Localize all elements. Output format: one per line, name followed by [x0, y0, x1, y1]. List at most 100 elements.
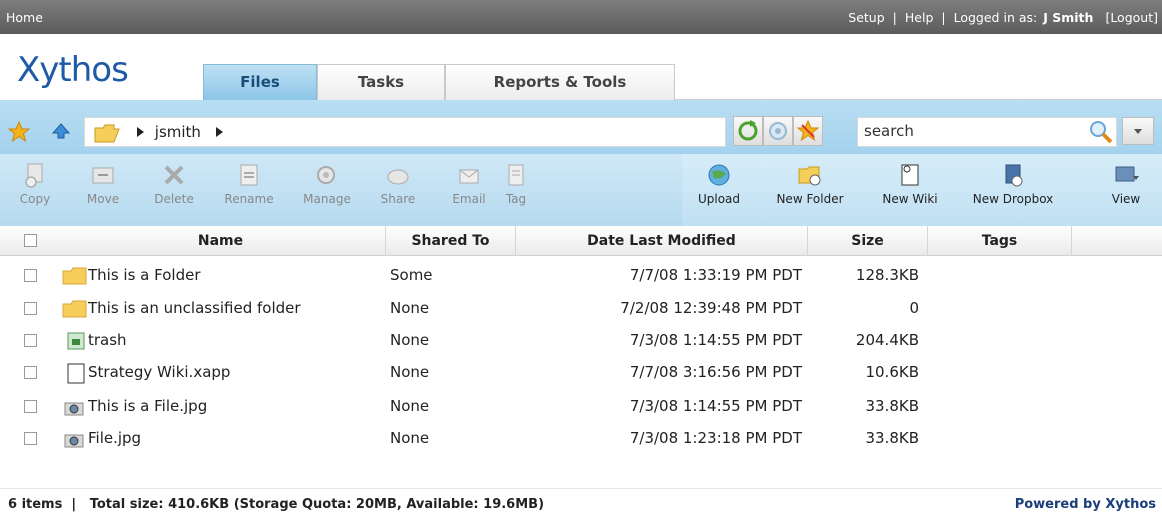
tab-tasks[interactable]: Tasks: [317, 64, 445, 100]
new-folder-icon: [798, 166, 821, 186]
delete-button[interactable]: Delete: [139, 162, 209, 206]
view-label: View: [1111, 192, 1141, 206]
top-bar-right: Setup | Help | Logged in as: J Smith [Logout]: [848, 10, 1158, 25]
file-name[interactable]: trash: [88, 331, 127, 349]
new-dropbox-icon: [1005, 164, 1023, 187]
rename-button[interactable]: Rename: [214, 162, 284, 206]
home-link[interactable]: Home: [6, 10, 43, 25]
favorite-star-icon[interactable]: [8, 121, 30, 143]
email-icon: [459, 169, 479, 184]
table-row[interactable]: This is an unclassified folder None 7/2/…: [0, 294, 1162, 322]
column-name[interactable]: Name: [56, 226, 386, 256]
table-row[interactable]: Strategy Wiki.xapp None 7/7/08 3:16:56 P…: [0, 358, 1162, 386]
column-tags[interactable]: Tags: [928, 226, 1072, 256]
file-name[interactable]: This is a File.jpg: [88, 397, 207, 415]
new-wiki-icon: [901, 164, 919, 186]
search-placeholder: search: [864, 122, 914, 140]
manage-button[interactable]: Manage: [292, 162, 362, 206]
file-name[interactable]: File.jpg: [88, 429, 141, 447]
delete-label: Delete: [154, 192, 194, 206]
upload-globe-icon: [708, 164, 730, 186]
view-button[interactable]: View: [1090, 162, 1162, 206]
row-checkbox[interactable]: [24, 269, 37, 282]
user-name: J Smith: [1043, 10, 1094, 25]
new-wiki-label: New Wiki: [882, 192, 938, 206]
storage-summary: 6 items | Total size: 410.6KB (Storage Q…: [8, 497, 545, 512]
file-name[interactable]: This is a Folder: [88, 266, 201, 284]
powered-by-link[interactable]: Powered by Xythos: [1015, 497, 1156, 512]
action-toolbar: Copy Move Delete Rename Manage Share Ema…: [0, 154, 1162, 226]
email-label: Email: [452, 192, 486, 206]
search-icon[interactable]: [1088, 119, 1114, 145]
tag-icon: [508, 164, 524, 186]
table-row[interactable]: This is a Folder Some 7/7/08 1:33:19 PM …: [0, 261, 1162, 289]
setup-link[interactable]: Setup: [848, 10, 884, 25]
date-modified: 7/7/08 3:16:56 PM PDT: [629, 363, 802, 381]
move-icon: [92, 167, 114, 184]
rename-label: Rename: [224, 192, 274, 206]
file-name[interactable]: This is an unclassified folder: [88, 299, 301, 317]
tab-reports-tools[interactable]: Reports & Tools: [445, 64, 675, 100]
breadcrumb-jsmith[interactable]: jsmith: [155, 123, 201, 141]
manage-label: Manage: [303, 192, 351, 206]
table-row[interactable]: File.jpg None 7/3/08 1:23:18 PM PDT 33.8…: [0, 424, 1162, 452]
file-table-header: Name Shared To Date Last Modified Size T…: [0, 226, 1162, 256]
search-options-button[interactable]: [1122, 117, 1154, 145]
copy-label: Copy: [19, 192, 51, 206]
tag-label: Tag: [505, 192, 527, 206]
tab-files[interactable]: Files: [203, 64, 317, 100]
upload-label: Upload: [697, 192, 741, 206]
row-checkbox[interactable]: [24, 400, 37, 413]
date-modified: 7/2/08 12:39:48 PM PDT: [620, 299, 802, 317]
tag-button[interactable]: Tag: [488, 162, 544, 206]
row-checkbox[interactable]: [24, 366, 37, 379]
share-button[interactable]: Share: [363, 162, 433, 206]
new-dropbox-button[interactable]: New Dropbox: [968, 162, 1058, 206]
file-name[interactable]: Strategy Wiki.xapp: [88, 363, 230, 381]
file-size: 0: [909, 299, 919, 317]
logout-link[interactable]: [Logout]: [1105, 10, 1158, 25]
file-size: 33.8KB: [865, 397, 919, 415]
date-modified: 7/3/08 1:14:55 PM PDT: [629, 331, 802, 349]
move-label: Move: [86, 192, 120, 206]
help-link[interactable]: Help: [905, 10, 934, 25]
row-checkbox[interactable]: [24, 302, 37, 315]
row-checkbox[interactable]: [24, 432, 37, 445]
column-date-modified[interactable]: Date Last Modified: [516, 226, 808, 256]
new-folder-label: New Folder: [776, 192, 844, 206]
breadcrumb: jsmith: [137, 123, 223, 141]
share-icon: [387, 169, 409, 185]
delete-icon: [164, 165, 184, 185]
favorites-button[interactable]: [793, 116, 823, 146]
separator: |: [892, 10, 897, 25]
breadcrumb-arrow-icon: [137, 127, 144, 137]
date-modified: 7/3/08 1:23:18 PM PDT: [629, 429, 802, 447]
move-button[interactable]: Move: [68, 162, 138, 206]
file-size: 204.4KB: [855, 331, 919, 349]
image-file-icon: [64, 402, 84, 416]
row-checkbox[interactable]: [24, 334, 37, 347]
breadcrumb-arrow-icon[interactable]: [215, 127, 223, 137]
copy-icon: [25, 163, 43, 188]
select-all-checkbox[interactable]: [24, 234, 37, 247]
column-size[interactable]: Size: [808, 226, 928, 256]
new-wiki-button[interactable]: New Wiki: [875, 162, 945, 206]
up-folder-icon[interactable]: [52, 123, 70, 139]
view-icon: [1115, 166, 1139, 182]
shared-to: None: [390, 363, 430, 381]
upload-button[interactable]: Upload: [684, 162, 754, 206]
file-size: 33.8KB: [865, 429, 919, 447]
copy-button[interactable]: Copy: [0, 162, 70, 206]
settings-button[interactable]: [763, 116, 793, 146]
new-folder-button[interactable]: New Folder: [767, 162, 853, 206]
table-row[interactable]: This is a File.jpg None 7/3/08 1:14:55 P…: [0, 392, 1162, 420]
shared-to: Some: [390, 266, 433, 284]
open-folder-icon: [94, 124, 120, 143]
table-row[interactable]: trash None 7/3/08 1:14:55 PM PDT 204.4KB: [0, 326, 1162, 354]
file-size: 128.3KB: [855, 266, 919, 284]
separator: |: [941, 10, 946, 25]
column-shared-to[interactable]: Shared To: [386, 226, 516, 256]
top-bar: Home Setup | Help | Logged in as: J Smith [Log…: [0, 0, 1162, 34]
refresh-button[interactable]: [733, 116, 763, 146]
shared-to: None: [390, 429, 430, 447]
